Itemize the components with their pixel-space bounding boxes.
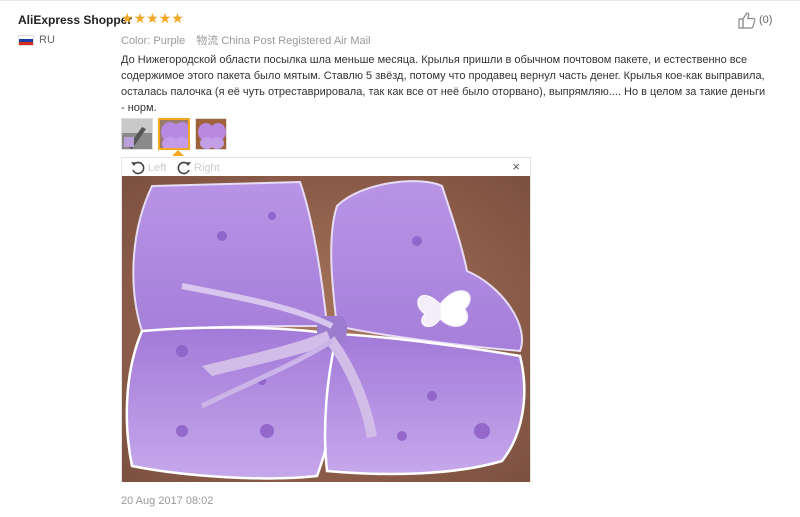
fairy-wings-photo [122, 176, 530, 482]
thumbnail-image [196, 119, 226, 149]
rotate-left-icon [131, 161, 145, 175]
rotate-right-button[interactable]: Right [176, 160, 220, 176]
star-icon: ★ [121, 10, 134, 26]
viewer-toolbar: Left Right × [122, 158, 530, 176]
star-icon: ★ [146, 10, 159, 26]
helpful-button[interactable]: (0) [737, 11, 772, 29]
review-photo [122, 176, 530, 482]
star-icon: ★ [158, 10, 172, 26]
order-info: Color: Purple 物流 China Post Registered A… [121, 32, 371, 48]
review-text: До Нижегородской области посылка шла мен… [121, 54, 766, 114]
review-thumbnails [121, 118, 232, 150]
review-thumbnail-active[interactable] [158, 118, 190, 150]
reviewer-name[interactable]: AliExpress Shopper [18, 13, 132, 27]
rotate-left-button[interactable]: Left [130, 160, 166, 176]
country-code: RU [39, 34, 55, 46]
top-divider [0, 0, 800, 1]
rotate-right-label: Right [194, 162, 220, 174]
reviewer-country: RU [18, 34, 55, 46]
color-label: Color: [121, 35, 151, 47]
shipping-value: China Post Registered Air Mail [221, 35, 371, 47]
star-icon: ★ [171, 10, 184, 26]
thumbnail-image [122, 119, 152, 149]
shipping-label: 物流 [196, 35, 219, 47]
thumbnail-image [160, 120, 188, 148]
rotate-left-label: Left [148, 162, 167, 174]
thumbs-up-icon [738, 12, 756, 29]
helpful-count: (0) [759, 14, 773, 26]
color-value: Purple [153, 35, 186, 47]
active-thumbnail-pointer [172, 150, 184, 156]
review-thumbnail[interactable] [121, 118, 153, 150]
star-rating: ★ ★ ★ ★ ★ [121, 10, 184, 26]
review-thumbnail[interactable] [195, 118, 227, 150]
russia-flag-icon [18, 34, 34, 46]
close-icon[interactable]: × [512, 159, 520, 174]
star-icon: ★ [133, 10, 147, 26]
image-viewer: Left Right × [121, 157, 531, 482]
review-date: 20 Aug 2017 08:02 [121, 495, 214, 507]
rotate-right-icon [177, 161, 191, 175]
